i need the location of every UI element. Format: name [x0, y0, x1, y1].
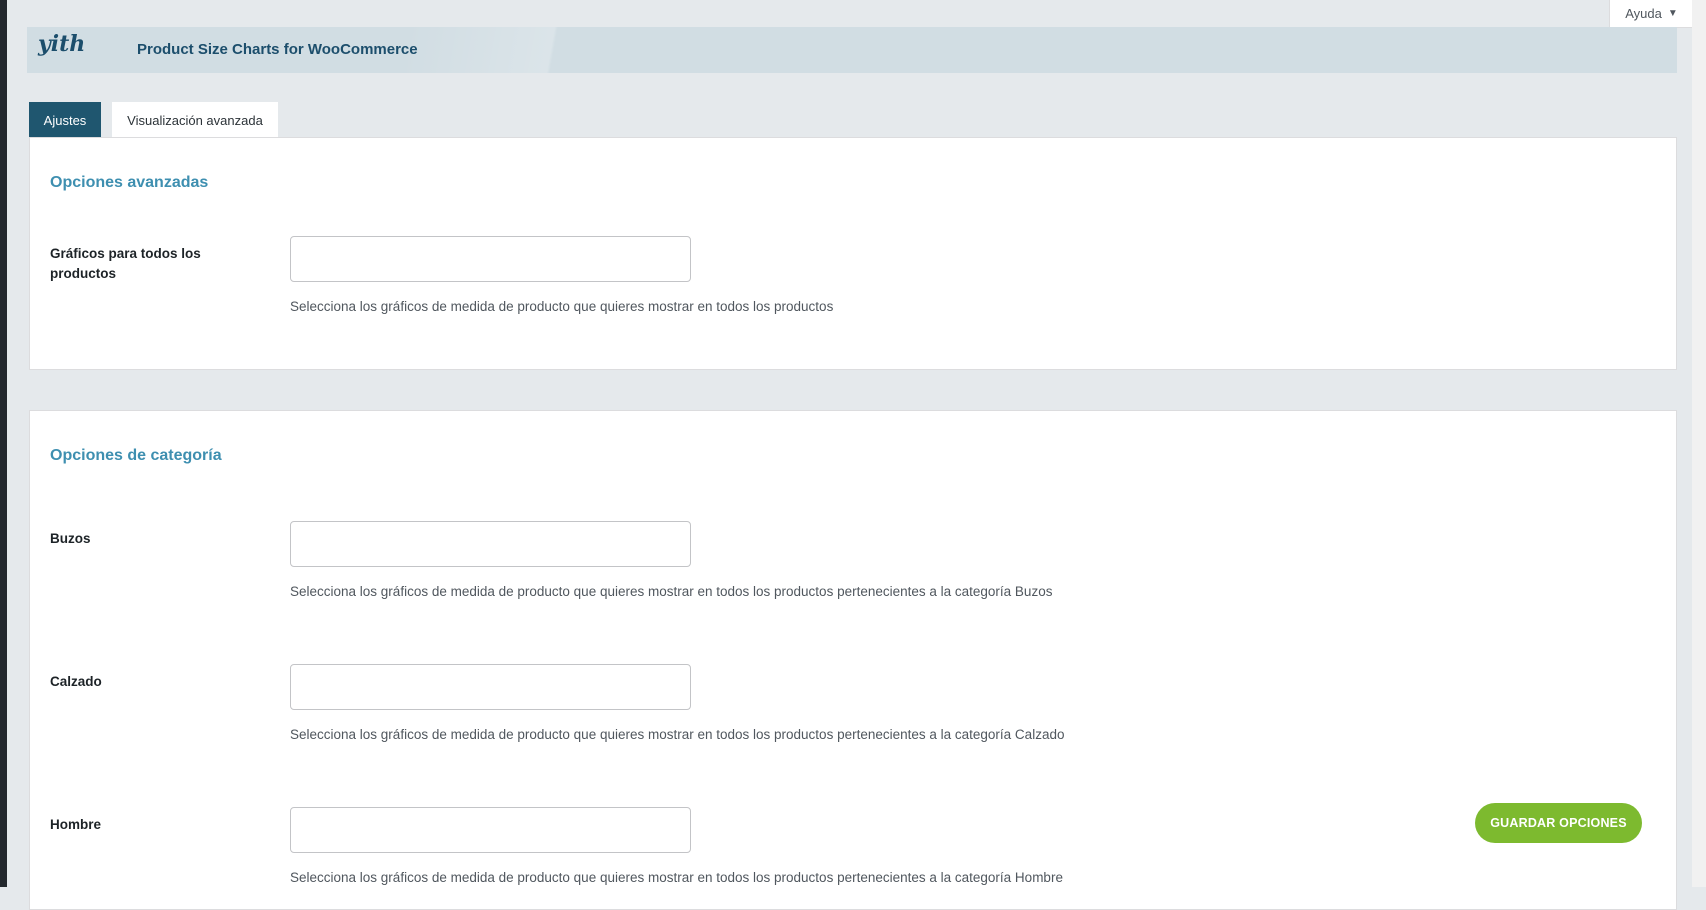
banner-decoration — [407, 27, 727, 73]
charts-hombre-input[interactable] — [290, 807, 691, 853]
field-description: Selecciona los gráficos de medida de pro… — [290, 584, 1053, 599]
help-label: Ayuda — [1625, 6, 1662, 21]
tab-ajustes[interactable]: Ajustes — [29, 102, 101, 138]
field-description: Selecciona los gráficos de medida de pro… — [290, 299, 834, 314]
charts-buzos-input[interactable] — [290, 521, 691, 567]
charts-all-products-input[interactable] — [290, 236, 691, 282]
plugin-title: Product Size Charts for WooCommerce — [137, 41, 418, 58]
field-label: Hombre — [50, 817, 102, 832]
tab-visualizacion-avanzada[interactable]: Visualización avanzada — [112, 102, 278, 138]
panel-category-options: Opciones de categoría Buzos Selecciona l… — [29, 410, 1677, 910]
field-description: Selecciona los gráficos de medida de pro… — [290, 870, 1063, 885]
save-options-button[interactable]: GUARDAR OPCIONES — [1475, 803, 1642, 843]
field-description: Selecciona los gráficos de medida de pro… — [290, 727, 1065, 742]
help-dropdown[interactable]: Ayuda ▼ — [1609, 0, 1694, 28]
settings-tabs: Ajustes Visualización avanzada — [29, 102, 278, 138]
admin-sidebar-edge — [0, 0, 7, 887]
caret-down-icon: ▼ — [1667, 8, 1678, 19]
plugin-banner: yith Product Size Charts for WooCommerce — [27, 27, 1677, 73]
section-title-advanced: Opciones avanzadas — [50, 174, 209, 191]
field-label: Calzado — [50, 674, 102, 689]
field-label: Buzos — [50, 531, 91, 546]
panel-advanced-options: Opciones avanzadas Gráficos para todos l… — [29, 137, 1677, 370]
field-label: Gráficos para todos los productos — [50, 246, 201, 281]
yith-logo: yith — [38, 31, 86, 57]
section-title-category: Opciones de categoría — [50, 447, 222, 464]
charts-calzado-input[interactable] — [290, 664, 691, 710]
scrollbar[interactable] — [1692, 0, 1706, 887]
